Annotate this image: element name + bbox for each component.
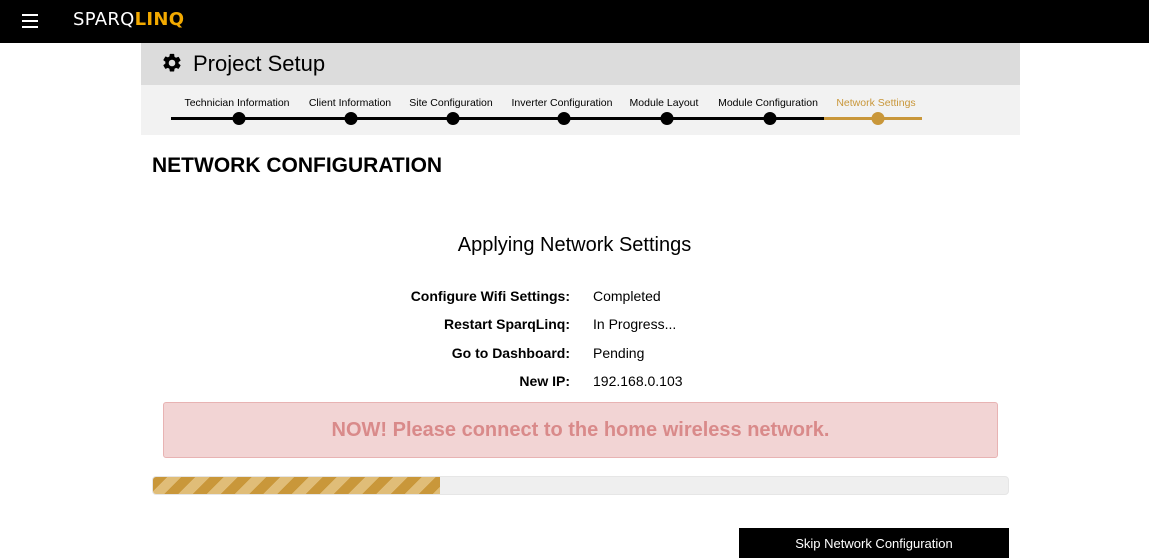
applying-subtitle: Applying Network Settings: [457, 234, 692, 256]
section-title: NETWORK CONFIGURATION: [152, 154, 443, 177]
status-value: Pending: [593, 345, 645, 361]
page-title: Project Setup: [193, 51, 326, 76]
status-value: 192.168.0.103: [593, 373, 683, 389]
status-key: Go to Dashboard:: [451, 345, 570, 361]
step-client-information[interactable]: Client Information: [309, 97, 391, 109]
skip-network-configuration-button[interactable]: Skip Network Configuration: [739, 528, 1009, 558]
status-row-dashboard: Go to Dashboard: Pending: [300, 345, 800, 365]
status-key: Restart SparqLinq:: [443, 316, 570, 332]
status-row-restart: Restart SparqLinq: In Progress...: [300, 316, 800, 336]
step-dot-client-information[interactable]: [344, 112, 358, 125]
step-site-configuration[interactable]: Site Configuration: [409, 97, 492, 109]
step-dot-inverter-configuration[interactable]: [557, 112, 571, 125]
brand-logo-part1: SPARQ: [73, 9, 135, 30]
step-module-configuration[interactable]: Module Configuration: [718, 97, 818, 109]
status-row-wifi: Configure Wifi Settings: Completed: [300, 288, 800, 308]
progress-bar-fill: [153, 477, 441, 494]
status-value: In Progress...: [593, 316, 677, 332]
brand-logo[interactable]: SPARQLINQ: [73, 9, 184, 30]
step-technician-information[interactable]: Technician Information: [184, 97, 289, 109]
step-network-settings[interactable]: Network Settings: [836, 97, 915, 109]
connect-alert-text: NOW! Please connect to the home wireless…: [331, 418, 830, 441]
step-dot-site-configuration[interactable]: [446, 112, 460, 125]
status-key: Configure Wifi Settings:: [410, 288, 570, 304]
step-module-layout[interactable]: Module Layout: [630, 97, 699, 109]
setup-stepper: Technician Information Client Informatio…: [141, 85, 1020, 135]
step-dot-module-configuration[interactable]: [763, 112, 777, 125]
step-inverter-configuration[interactable]: Inverter Configuration: [512, 97, 613, 109]
project-setup-panel: Project Setup Technician Information Cli…: [141, 43, 1020, 135]
brand-logo-part2: LINQ: [134, 9, 185, 30]
progress-bar: [152, 476, 1009, 495]
gear-icon: [163, 53, 181, 72]
top-navbar: SPARQLINQ: [0, 0, 1149, 43]
status-row-new-ip: New IP: 192.168.0.103: [300, 373, 800, 393]
status-key: New IP:: [519, 373, 570, 389]
status-value: Completed: [593, 288, 661, 304]
hamburger-menu-icon[interactable]: [22, 14, 38, 28]
step-dot-network-settings[interactable]: [871, 112, 885, 125]
connect-alert: NOW! Please connect to the home wireless…: [163, 402, 998, 458]
project-setup-header: Project Setup: [141, 43, 1020, 85]
step-dot-technician-information[interactable]: [232, 112, 246, 125]
stepper-track: [171, 117, 824, 120]
step-dot-module-layout[interactable]: [660, 112, 674, 125]
